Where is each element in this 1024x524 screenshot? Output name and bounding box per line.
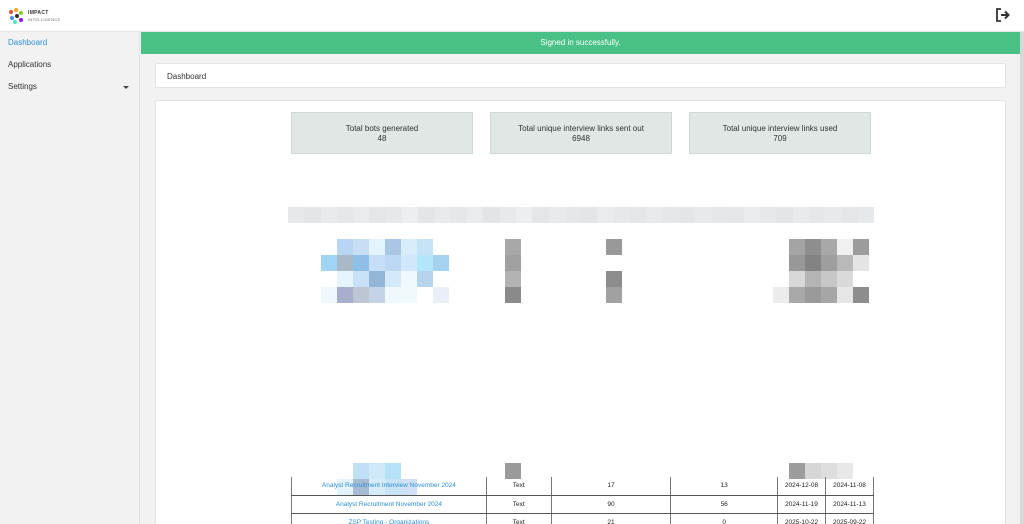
links-used: 56	[670, 495, 779, 514]
chevron-down-icon	[123, 86, 129, 89]
brand-line2: INTELLIGENCE	[28, 16, 61, 22]
applications-table: Analyst Recruitment Interview November 2…	[291, 477, 874, 524]
date-1: 2024-11-19	[777, 495, 826, 514]
dashboard-panel: Total bots generated 48 Total unique int…	[155, 100, 1006, 524]
stat-label: Total bots generated	[345, 124, 419, 133]
stat-total-bots: Total bots generated 48	[291, 112, 473, 154]
page-scrollbar[interactable]	[1020, 32, 1024, 524]
application-type: Text	[486, 495, 552, 514]
stat-value: 6948	[572, 134, 590, 143]
date-2: 2024-11-08	[825, 477, 874, 496]
stat-value: 48	[377, 134, 387, 143]
stat-value: 709	[773, 134, 787, 143]
sidebar: Dashboard Applications Settings	[0, 32, 140, 524]
application-type: Text	[486, 477, 552, 496]
date-2: 2024-11-13	[825, 495, 874, 514]
sidebar-item-dashboard[interactable]: Dashboard	[0, 32, 139, 54]
links-used: 13	[670, 477, 779, 496]
links-sent: 17	[551, 477, 672, 496]
sidebar-item-label: Settings	[8, 82, 37, 91]
table-row: Analyst Recruitment Interview November 2…	[291, 477, 874, 496]
logo-icon	[8, 8, 24, 24]
breadcrumb: Dashboard	[155, 63, 1006, 88]
links-sent: 21	[551, 513, 672, 524]
date-1: 2025-10-22	[777, 513, 826, 524]
brand-logo[interactable]: IMPACT INTELLIGENCE	[8, 8, 61, 24]
links-used: 0	[670, 513, 779, 524]
table-row: ZSP Testing - Organizations Text 21 0 20…	[291, 513, 874, 524]
sidebar-item-settings[interactable]: Settings	[0, 76, 139, 98]
redacted-table-header	[288, 207, 875, 223]
stat-label: Total unique interview links used	[722, 124, 838, 133]
table-row: Analyst Recruitment November 2024 Text 9…	[291, 495, 874, 514]
stat-label: Total unique interview links sent out	[518, 124, 644, 133]
stat-links-sent: Total unique interview links sent out 69…	[490, 112, 672, 154]
application-name-link[interactable]: ZSP Testing - Organizations	[291, 513, 487, 524]
application-type: Text	[486, 513, 552, 524]
brand-line1: IMPACT	[28, 9, 49, 16]
sidebar-item-applications[interactable]: Applications	[0, 54, 139, 76]
date-2: 2025-09-22	[825, 513, 874, 524]
flash-alert: Signed in successfully.	[141, 32, 1020, 54]
application-name-link[interactable]: Analyst Recruitment Interview November 2…	[291, 477, 487, 496]
top-bar: IMPACT INTELLIGENCE	[0, 0, 1024, 32]
links-sent: 90	[551, 495, 672, 514]
date-1: 2024-12-08	[777, 477, 826, 496]
logout-icon[interactable]	[996, 8, 1010, 22]
application-name-link[interactable]: Analyst Recruitment November 2024	[291, 495, 487, 514]
stat-links-used: Total unique interview links used 709	[689, 112, 871, 154]
main-content: Signed in successfully. Dashboard Total …	[141, 32, 1020, 524]
brand-name: IMPACT INTELLIGENCE	[28, 9, 61, 22]
